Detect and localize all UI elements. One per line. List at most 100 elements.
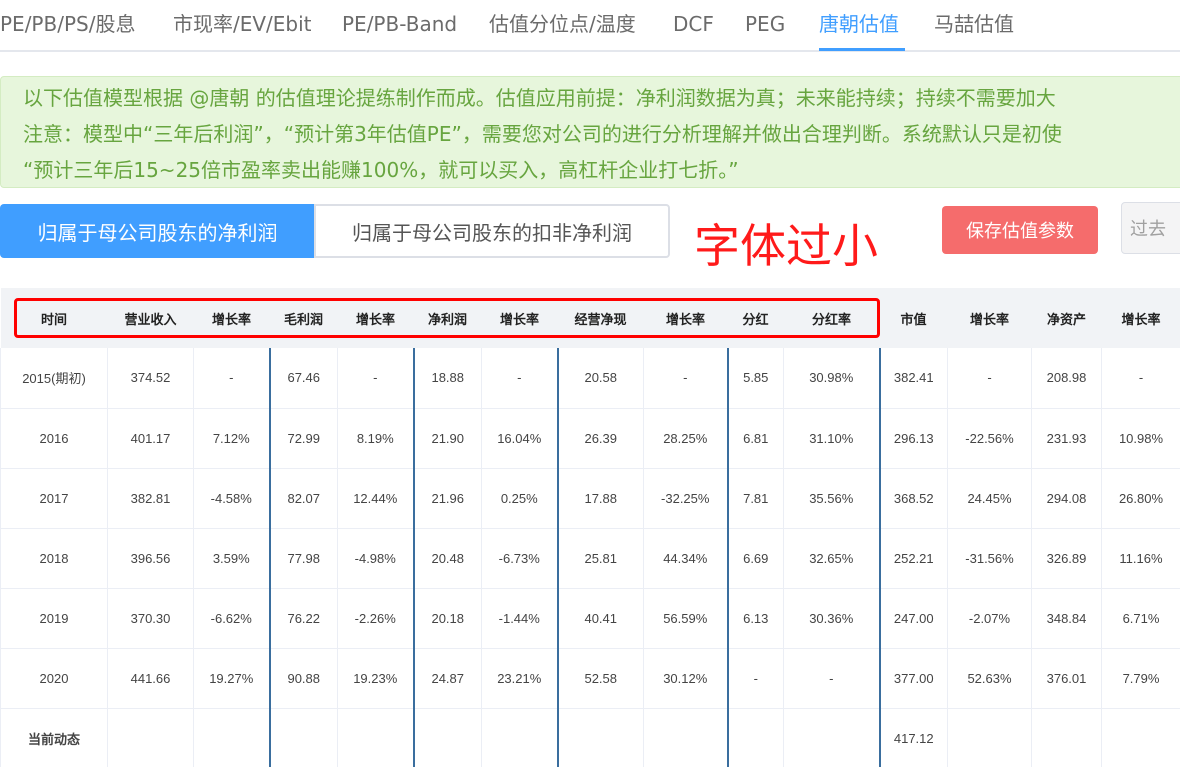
table-row: 2016 401.17 7.12% 72.99 8.19% 21.90 16.04% 26.3… bbox=[0, 408, 1180, 469]
tab-peg[interactable]: PEG bbox=[745, 10, 785, 38]
table-cell: 26.39 bbox=[557, 408, 644, 469]
table-cell: 16.04% bbox=[481, 408, 559, 469]
table-cell: 11.16% bbox=[1101, 528, 1180, 589]
table-header-row: 时间 营业收入 增长率 毛利润 增长率 净利润 增长率 经营净现 增长率 分红 … bbox=[0, 288, 1180, 348]
table-cell: 28.25% bbox=[643, 408, 729, 469]
header-market-cap-growth: 增长率 bbox=[947, 288, 1032, 348]
table-cell: -2.07% bbox=[947, 588, 1032, 649]
tab-pcf-ev-ebit[interactable]: 市现率/EV/Ebit bbox=[173, 10, 312, 38]
table-cell: 7.81 bbox=[727, 468, 784, 529]
table-cell: 396.56 bbox=[107, 528, 194, 589]
table-cell: 2016 bbox=[0, 408, 108, 469]
table-cell: - bbox=[481, 348, 559, 409]
header-cash-flow-growth: 增长率 bbox=[643, 288, 728, 348]
table-cell bbox=[337, 708, 415, 767]
table-row: 2019 370.30 -6.62% 76.22 -2.26% 20.18 -1.44% 40… bbox=[0, 588, 1180, 649]
tab-tangchao-valuation[interactable]: 唐朝估值 bbox=[819, 10, 899, 38]
table-cell: 90.88 bbox=[269, 648, 338, 709]
table-cell bbox=[269, 708, 338, 767]
info-notice: 以下估值模型根据 @唐朝 的估值理论提练制作而成。估值应用前提：净利润数据为真；… bbox=[0, 76, 1180, 188]
table-cell bbox=[107, 708, 194, 767]
table-cell bbox=[413, 708, 482, 767]
save-valuation-params-button[interactable]: 保存估值参数 bbox=[942, 206, 1098, 254]
table-cell: 441.66 bbox=[107, 648, 194, 709]
table-cell bbox=[481, 708, 559, 767]
table-cell: 17.88 bbox=[557, 468, 644, 529]
table-cell: 2017 bbox=[0, 468, 108, 529]
table-cell: 401.17 bbox=[107, 408, 194, 469]
net-profit-excluding-nonrecurring-button[interactable]: 归属于母公司股东的扣非净利润 bbox=[314, 204, 670, 258]
font-too-small-annotation: 字体过小 bbox=[694, 219, 878, 273]
table-cell: 376.01 bbox=[1031, 648, 1102, 709]
net-profit-parent-button[interactable]: 归属于母公司股东的净利润 bbox=[0, 204, 315, 258]
table-cell bbox=[1031, 708, 1102, 767]
table-cell: 0.25% bbox=[481, 468, 559, 529]
table-cell: 6.69 bbox=[727, 528, 784, 589]
table-cell bbox=[643, 708, 729, 767]
table-cell bbox=[947, 708, 1032, 767]
table-cell: 21.96 bbox=[413, 468, 482, 529]
past-button[interactable]: 过去 bbox=[1121, 202, 1180, 254]
table-cell: 24.87 bbox=[413, 648, 482, 709]
table-cell bbox=[557, 708, 644, 767]
table-cell: -22.56% bbox=[947, 408, 1032, 469]
table-cell: 当前动态 bbox=[0, 708, 108, 767]
table-cell: 2020 bbox=[0, 648, 108, 709]
header-gross-profit: 毛利润 bbox=[269, 288, 338, 348]
header-gross-profit-growth: 增长率 bbox=[337, 288, 414, 348]
table-cell: 18.88 bbox=[413, 348, 482, 409]
header-payout-ratio: 分红率 bbox=[783, 288, 880, 348]
tab-valuation-percentile[interactable]: 估值分位点/温度 bbox=[489, 10, 636, 38]
table-cell: 76.22 bbox=[269, 588, 338, 649]
table-cell: 30.36% bbox=[783, 588, 881, 649]
table-cell: 32.65% bbox=[783, 528, 881, 589]
table-row: 2017 382.81 -4.58% 82.07 12.44% 21.96 0.25% 17.… bbox=[0, 468, 1180, 529]
tab-pe-pb-band[interactable]: PE/PB-Band bbox=[342, 10, 457, 38]
table-cell: 44.34% bbox=[643, 528, 729, 589]
table-cell: 6.81 bbox=[727, 408, 784, 469]
table-cell bbox=[1101, 708, 1180, 767]
header-net-assets: 净资产 bbox=[1031, 288, 1102, 348]
table-cell: 382.41 bbox=[879, 348, 948, 409]
table-row: 2015(期初) 374.52-67.46-18.88-20.58-5.85 30.… bbox=[0, 348, 1180, 409]
table-cell bbox=[783, 708, 881, 767]
active-tab-indicator bbox=[819, 48, 905, 51]
table-cell: -2.26% bbox=[337, 588, 415, 649]
table-cell: 26.80% bbox=[1101, 468, 1180, 529]
header-market-cap: 市值 bbox=[879, 288, 948, 348]
table-cell: 2018 bbox=[0, 528, 108, 589]
header-net-assets-growth: 增长率 bbox=[1101, 288, 1180, 348]
table-cell: 35.56% bbox=[783, 468, 881, 529]
table-cell: 377.00 bbox=[879, 648, 948, 709]
table-cell: 2015(期初) bbox=[0, 348, 108, 409]
table-cell: 21.90 bbox=[413, 408, 482, 469]
table-cell: 231.93 bbox=[1031, 408, 1102, 469]
tab-dcf[interactable]: DCF bbox=[673, 10, 714, 38]
table-cell: 20.58 bbox=[557, 348, 644, 409]
table-cell: 56.59% bbox=[643, 588, 729, 649]
table-cell: 8.19% bbox=[337, 408, 415, 469]
tab-mazhe-valuation[interactable]: 马喆估值 bbox=[934, 10, 1014, 38]
table-cell: 82.07 bbox=[269, 468, 338, 529]
table-cell: 368.52 bbox=[879, 468, 948, 529]
table-cell: 382.81 bbox=[107, 468, 194, 529]
header-net-profit: 净利润 bbox=[413, 288, 482, 348]
table-cell: 417.12 bbox=[879, 708, 948, 767]
table-cell: 20.18 bbox=[413, 588, 482, 649]
table-cell: 252.21 bbox=[879, 528, 948, 589]
table-cell: -32.25% bbox=[643, 468, 729, 529]
table-cell: -4.58% bbox=[193, 468, 271, 529]
table-cell: 77.98 bbox=[269, 528, 338, 589]
table-cell: -31.56% bbox=[947, 528, 1032, 589]
header-net-profit-growth: 增长率 bbox=[481, 288, 558, 348]
notice-line-1: 以下估值模型根据 @唐朝 的估值理论提练制作而成。估值应用前提：净利润数据为真；… bbox=[23, 86, 1056, 110]
table-cell: 52.58 bbox=[557, 648, 644, 709]
table-cell: 7.12% bbox=[193, 408, 271, 469]
table-cell: 72.99 bbox=[269, 408, 338, 469]
table-cell: -1.44% bbox=[481, 588, 559, 649]
table-cell: 294.08 bbox=[1031, 468, 1102, 529]
table-cell: 20.48 bbox=[413, 528, 482, 589]
table-cell: 23.21% bbox=[481, 648, 559, 709]
tab-pe-pb-ps-dividend[interactable]: PE/PB/PS/股息 bbox=[0, 10, 135, 38]
table-cell: -6.73% bbox=[481, 528, 559, 589]
